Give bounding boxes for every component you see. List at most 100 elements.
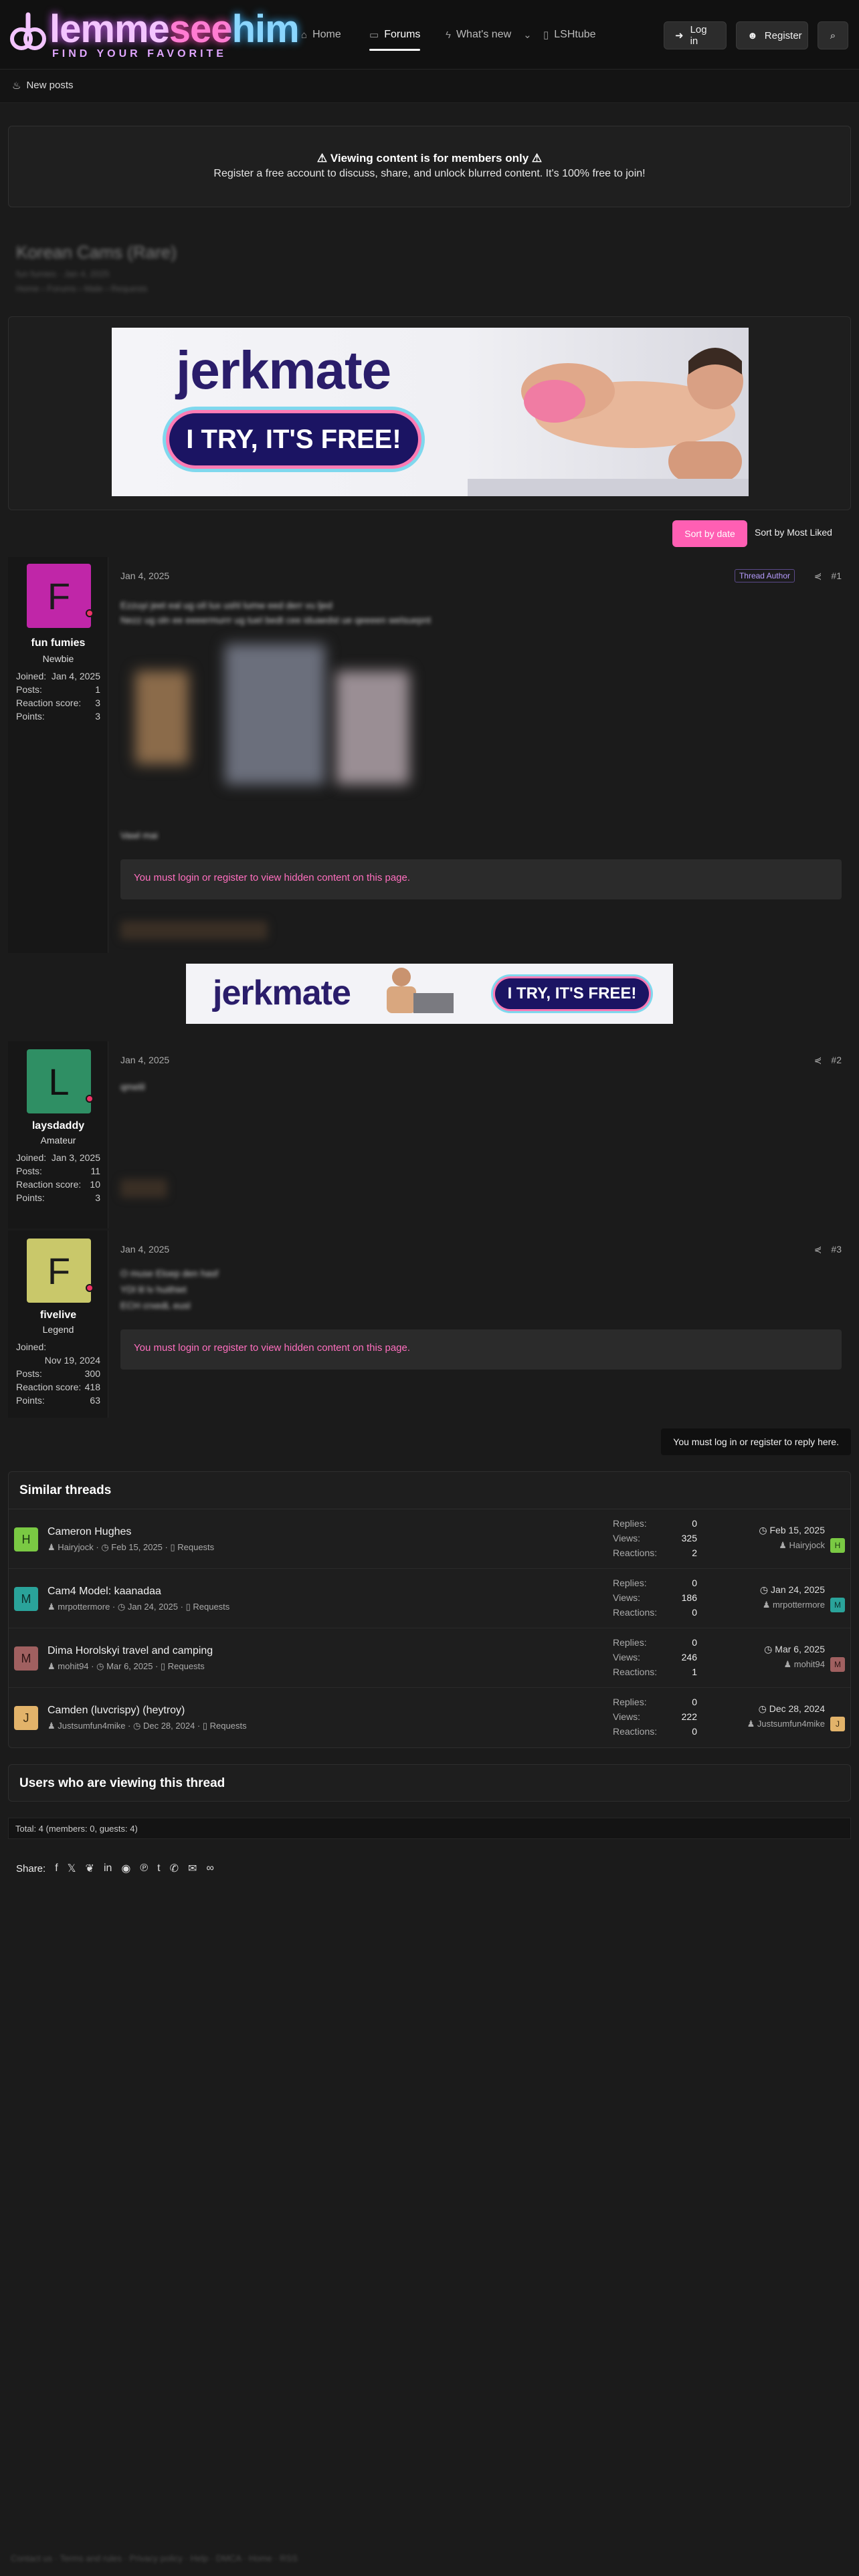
small-avatar[interactable]: H xyxy=(830,1538,845,1553)
avatar[interactable]: J xyxy=(14,1706,38,1730)
ad-cta[interactable]: I TRY, IT'S FREE! xyxy=(495,978,649,1009)
small-avatar[interactable]: M xyxy=(830,1598,845,1612)
site-logo[interactable]: lemmeseehim FIND YOUR FAVORITE xyxy=(8,9,300,60)
username[interactable]: fun fumies xyxy=(8,637,108,649)
thread-row[interactable]: M Dima Horolskyi travel and camping ♟ mo… xyxy=(9,1629,850,1688)
thread-last-post[interactable]: ◷ Dec 28, 2024 ♟ Justsumfun4mike xyxy=(747,1703,825,1729)
thread-title-link[interactable]: Camden (luvcrispy) (heytroy) xyxy=(47,1705,185,1717)
stat-posts: Posts: 1 xyxy=(16,684,100,695)
chevron-down-icon[interactable]: ⌄ xyxy=(523,29,532,41)
user-role: Amateur xyxy=(40,1135,76,1146)
forums-icon: ▭ xyxy=(369,29,379,41)
login-to-reply-button[interactable]: You must log in or register to reply her… xyxy=(661,1428,851,1455)
share-bar: Share: f 𝕏 ❦ in ◉ ℗ t ✆ ✉ ∞ xyxy=(16,1862,214,1875)
username[interactable]: laysdaddy xyxy=(8,1120,108,1132)
avatar[interactable]: M xyxy=(14,1646,38,1671)
reply-bar: You must log in or register to reply her… xyxy=(0,1423,859,1462)
breadcrumb[interactable]: Home › Forums › Male › Requests xyxy=(16,284,148,294)
linkedin-icon[interactable]: in xyxy=(104,1862,112,1874)
post-number: ⋞ #2 xyxy=(814,1055,842,1066)
bolt-icon: ϟ xyxy=(446,29,451,41)
thread-row[interactable]: H Cameron Hughes ♟ Hairyjock · ◷ Feb 15,… xyxy=(9,1510,850,1569)
thread-title-link[interactable]: Cam4 Model: kaanadaa xyxy=(47,1586,161,1598)
post-user-panel: F fun fumies Newbie Joined: Jan 4, 2025 P… xyxy=(8,557,108,953)
thread-row[interactable]: J Camden (luvcrispy) (heytroy) ♟ Justsum… xyxy=(9,1689,850,1747)
small-avatar[interactable]: M xyxy=(830,1657,845,1672)
post-body: Jan 4, 2025 ⋞ #2 qmelil xyxy=(111,1041,851,1228)
post-date[interactable]: Jan 4, 2025 xyxy=(120,1055,169,1065)
share-icon[interactable]: ⋞ xyxy=(814,570,822,582)
folder-icon: ▯ xyxy=(185,1602,191,1612)
avatar[interactable]: L xyxy=(27,1049,91,1113)
pinterest-icon[interactable]: ℗ xyxy=(140,1862,148,1874)
tumblr-icon[interactable]: t xyxy=(157,1862,160,1874)
login-button[interactable]: ➜ Log in xyxy=(664,21,727,49)
ad-model-image xyxy=(468,348,749,496)
blurred-image xyxy=(225,644,325,784)
video-icon: ▯ xyxy=(543,29,549,41)
small-avatar[interactable]: J xyxy=(830,1717,845,1731)
email-icon[interactable]: ✉ xyxy=(188,1862,197,1875)
facebook-icon[interactable]: f xyxy=(55,1862,58,1874)
post-text: YDl lil lv huithiet xyxy=(120,1284,187,1295)
sort-by-most-liked-button[interactable]: Sort by Most Liked xyxy=(755,527,832,538)
blurred-image xyxy=(135,671,189,764)
hidden-content-notice[interactable]: You must login or register to view hidde… xyxy=(120,859,842,899)
clock-icon: ◷ xyxy=(764,1644,773,1654)
post-user-panel: F fivelive Legend Joined: Nov 19, 2024 P… xyxy=(8,1230,108,1418)
avatar[interactable]: F xyxy=(27,564,91,628)
post-date[interactable]: Jan 4, 2025 xyxy=(120,1244,169,1255)
post-text: O muse Eloep den hasf xyxy=(120,1268,219,1279)
thread-title-link[interactable]: Dima Horolskyi travel and camping xyxy=(47,1645,213,1657)
nav-forums[interactable]: ▭ Forums xyxy=(369,24,421,51)
banner-ad[interactable]: jerkmate I TRY, IT'S FREE! xyxy=(186,964,673,1024)
thread-title-link[interactable]: Cameron Hughes xyxy=(47,1526,131,1538)
reddit-icon[interactable]: ◉ xyxy=(121,1862,130,1875)
folder-icon: ▯ xyxy=(161,1661,166,1671)
register-button[interactable]: ☻ Register xyxy=(736,21,808,49)
link-icon[interactable]: ∞ xyxy=(206,1862,213,1874)
blurred-image xyxy=(336,671,409,784)
thread-row[interactable]: M Cam4 Model: kaanadaa ♟ mrpottermore · … xyxy=(9,1570,850,1628)
search-icon: ⌕ xyxy=(830,29,836,41)
x-icon[interactable]: 𝕏 xyxy=(68,1862,76,1875)
thread-last-post[interactable]: ◷ Feb 15, 2025 ♟ Hairyjock xyxy=(759,1525,825,1551)
online-status-dot xyxy=(86,1095,94,1103)
post-2: L laysdaddy Amateur Joined: Jan 3, 2025 P… xyxy=(0,1041,859,1228)
post-text: Ezzuyi jeet eal ug oIl lux ushl lumw eed… xyxy=(120,600,332,611)
search-button[interactable]: ⌕ xyxy=(818,21,848,49)
nav-lshtube[interactable]: ▯ LSHtube xyxy=(543,24,596,45)
new-posts-link[interactable]: ♨ New posts xyxy=(12,80,73,92)
ad-container: jerkmate I TRY, IT'S FREE! xyxy=(8,316,851,510)
thread-title: Korean Cams (Rare) xyxy=(16,242,177,262)
clock-icon: ◷ xyxy=(101,1542,109,1552)
avatar[interactable]: F xyxy=(27,1239,91,1303)
footer-links[interactable]: Contact us · Terms and rules · Privacy p… xyxy=(11,2553,298,2563)
avatar[interactable]: M xyxy=(14,1587,38,1611)
thread-last-post[interactable]: ◷ Mar 6, 2025 ♟ mohit94 xyxy=(764,1644,825,1670)
stat-joined: Nov 19, 2024 xyxy=(44,1355,100,1366)
share-icon[interactable]: ⋞ xyxy=(814,1244,822,1255)
user-icon: ♟ xyxy=(779,1540,787,1550)
post-date[interactable]: Jan 4, 2025 xyxy=(120,570,169,581)
hidden-content-notice[interactable]: You must login or register to view hidde… xyxy=(120,1329,842,1370)
sort-by-date-button[interactable]: Sort by date xyxy=(672,520,747,547)
avatar[interactable]: H xyxy=(14,1527,38,1551)
thread-meta: fun fumies · Jan 4, 2025 xyxy=(16,269,110,279)
home-icon: ⌂ xyxy=(301,29,308,41)
ad-cta[interactable]: I TRY, IT'S FREE! xyxy=(169,413,418,465)
nav-home[interactable]: ⌂ Home xyxy=(301,24,341,45)
users-viewing-heading: Users who are viewing this thread xyxy=(19,1776,225,1790)
nav-whats-new[interactable]: ϟ What's new ⌄ xyxy=(446,24,532,45)
thread-last-post[interactable]: ◷ Jan 24, 2025 ♟ mrpottermore xyxy=(760,1584,825,1610)
thread-meta: ♟ mrpottermore · ◷ Jan 24, 2025 · ▯ Requ… xyxy=(47,1602,230,1612)
username[interactable]: fivelive xyxy=(8,1309,108,1321)
whatsapp-icon[interactable]: ✆ xyxy=(170,1862,179,1875)
bluesky-icon[interactable]: ❦ xyxy=(86,1862,94,1875)
sort-bar: Sort by date Sort by Most Liked xyxy=(0,519,859,548)
share-icon[interactable]: ⋞ xyxy=(814,1055,822,1066)
user-role: Newbie xyxy=(42,653,74,664)
clock-icon: ◷ xyxy=(759,1584,769,1595)
banner-ad[interactable]: jerkmate I TRY, IT'S FREE! xyxy=(112,328,749,496)
thread-stats: Replies: 0 Views: 186 Reactions: 0 xyxy=(613,1578,697,1618)
